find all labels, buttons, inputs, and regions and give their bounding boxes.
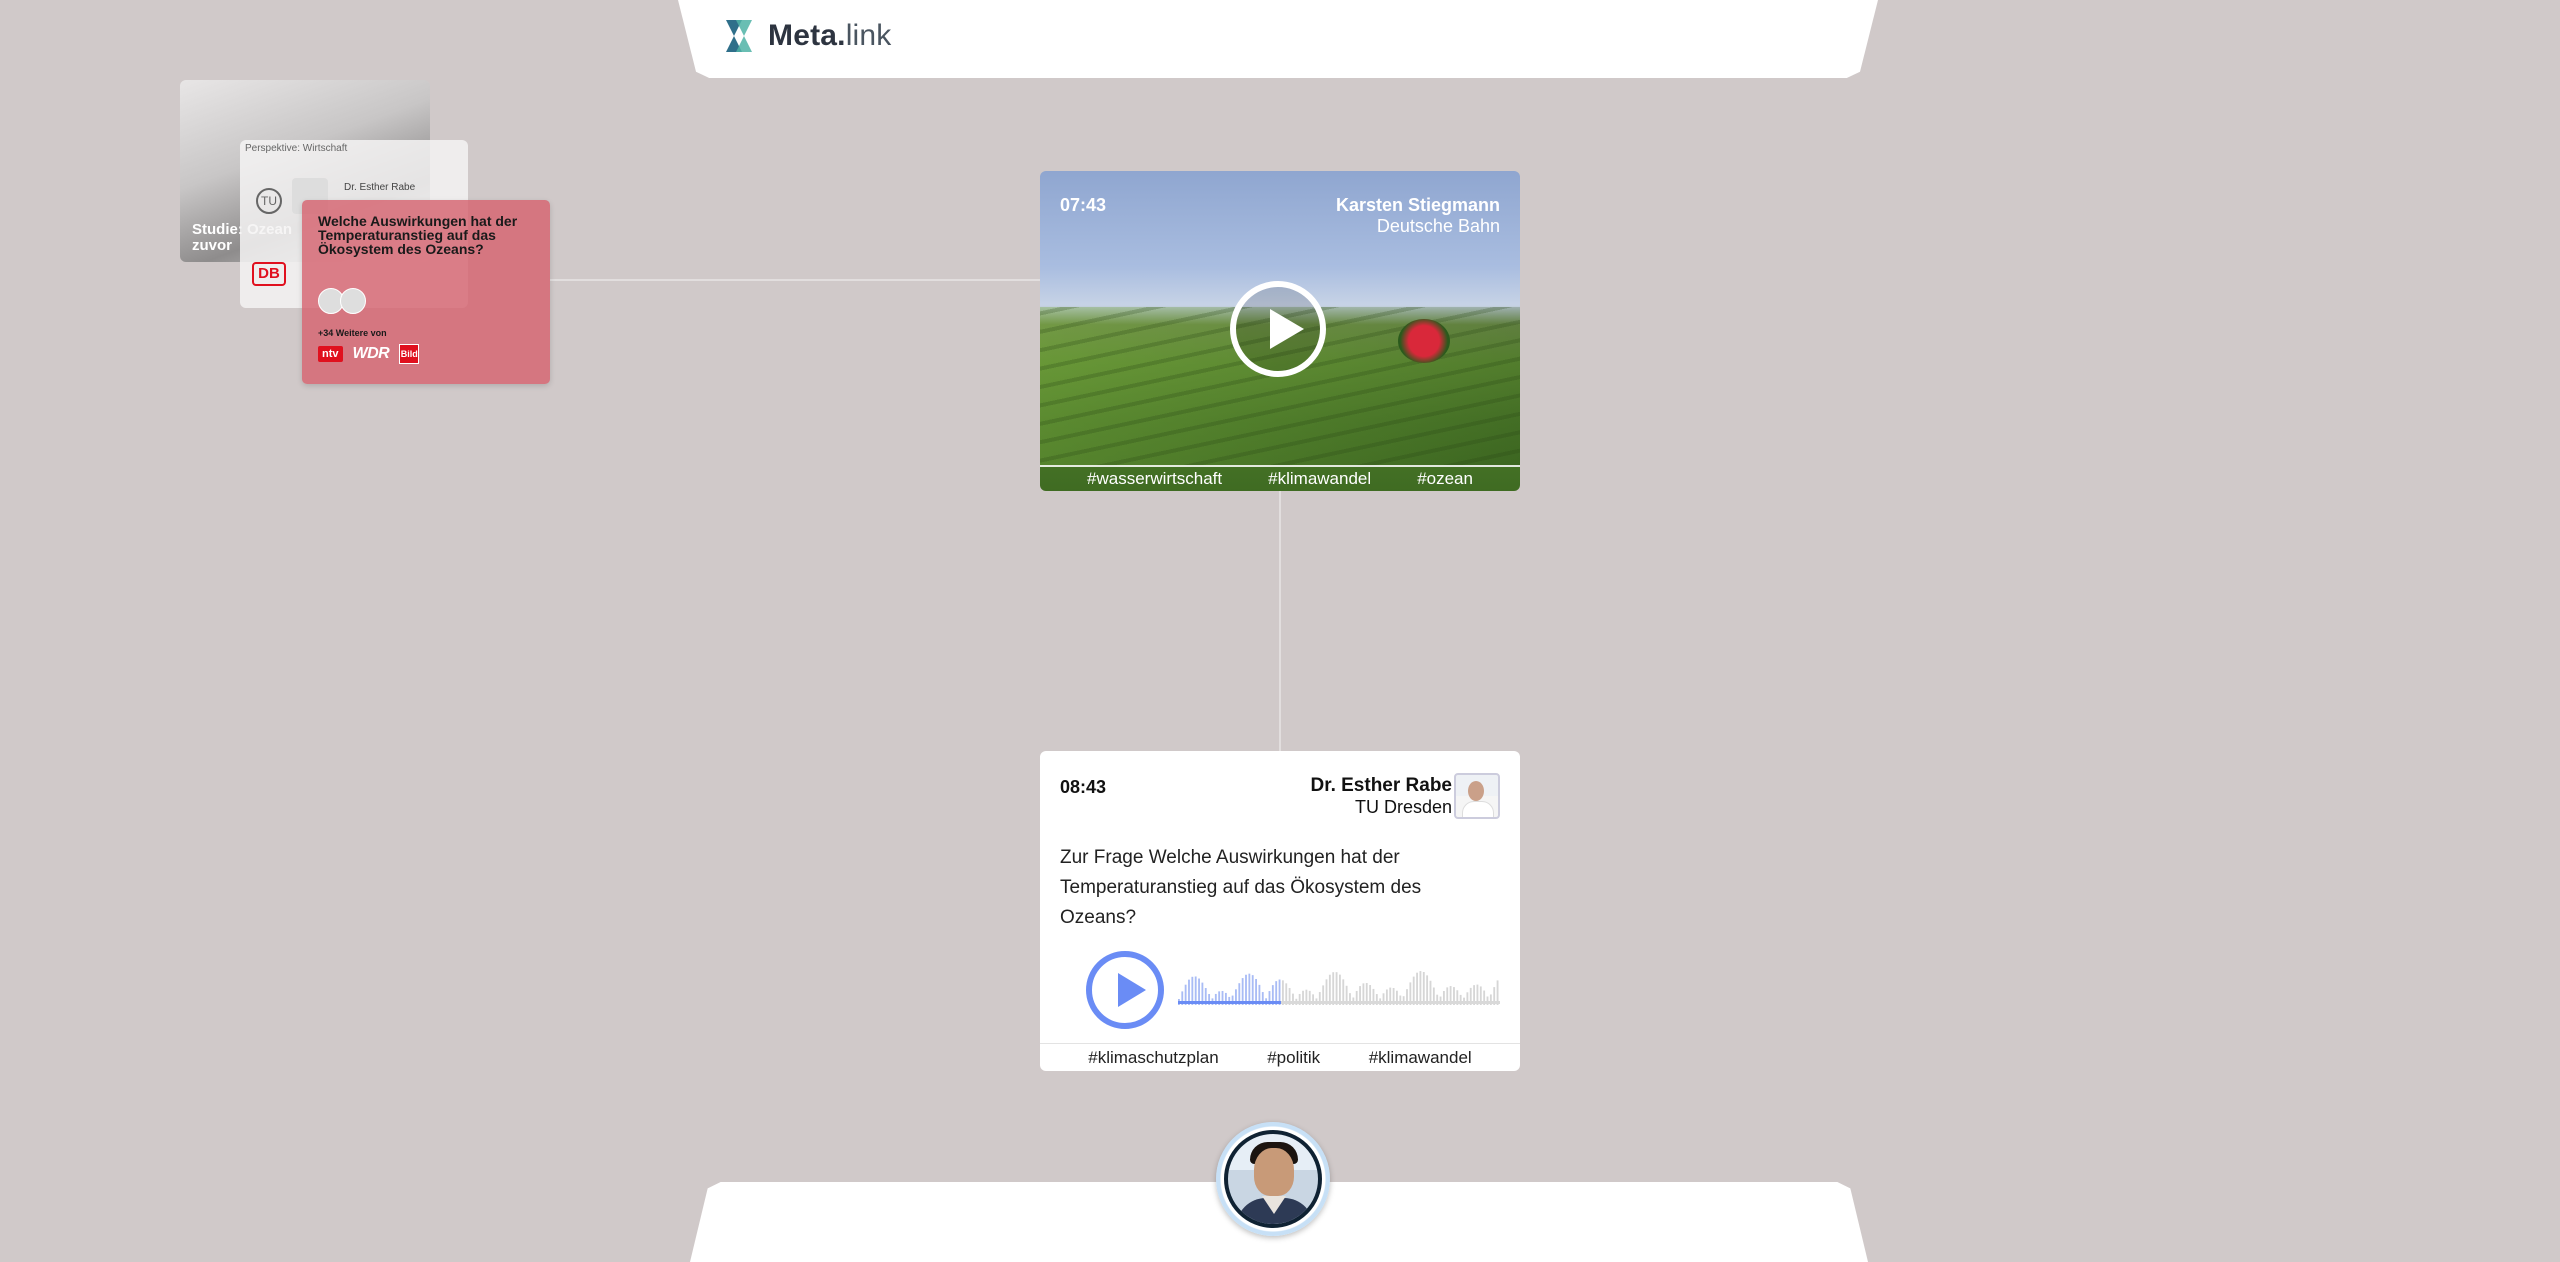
top-header-tab: Meta.link [678,0,1878,78]
tag-link[interactable]: #klimawandel [1268,469,1371,489]
waveform-bar [1419,971,1422,1005]
video-author-org: Deutsche Bahn [1376,216,1500,236]
connector-vertical [1279,491,1281,751]
video-tags: #wasserwirtschaft #klimawandel #ozean [1040,465,1520,491]
wdr-logo: WDR [352,345,390,362]
tag-link[interactable]: #ozean [1417,469,1473,489]
connector-horizontal [550,279,1040,281]
audio-timestamp: 08:43 [1060,777,1107,797]
audio-progress-fill [1178,1001,1282,1004]
tag-link[interactable]: #wasserwirtschaft [1087,469,1222,489]
ntv-logo: ntv [318,346,343,362]
tu-logo-icon: TU [256,188,282,214]
tag-link[interactable]: #politik [1267,1048,1320,1068]
tag-link[interactable]: #klimaschutzplan [1088,1048,1218,1068]
audio-author-name: Dr. Esther Rabe [1310,775,1453,796]
meta-link-logo-icon [726,20,752,52]
source-brands: ntv WDR Bild [318,344,420,364]
author-avatar [1454,773,1500,819]
play-audio-button[interactable] [1086,951,1164,1029]
video-author: Karsten Stiegmann Deutsche Bahn [1336,195,1500,237]
audio-progress-bar[interactable] [1178,1001,1500,1004]
play-video-button[interactable] [1230,281,1326,377]
db-logo-icon: DB [252,262,286,286]
brand-name: Meta.link [768,19,892,52]
person-name: Dr. Esther Rabe [344,182,416,193]
user-avatar-button[interactable] [1216,1122,1330,1236]
video-author-name: Karsten Stiegmann [1335,195,1500,215]
audio-question-text: Zur Frage Welche Auswirkungen hat der Te… [1060,847,1422,928]
perspective-label: Perspektive: Wirtschaft [245,143,348,154]
thumbnail-flowers [1398,319,1450,363]
bild-logo: Bild [399,344,420,364]
tag-link[interactable]: #klimawandel [1369,1048,1472,1068]
audio-card[interactable]: 08:43 Dr. Esther Rabe TU Dresden Zur Fra… [1040,751,1520,1071]
user-avatar [1224,1130,1322,1228]
more-sources-label: +34 Weitere von [318,328,387,338]
question-text: Welche Auswirkungen hat der Temperaturan… [318,213,518,257]
audio-author-org: TU Dresden [1354,797,1452,817]
participant-avatars [318,288,370,314]
brand-logo[interactable]: Meta.link [722,16,892,56]
video-card[interactable]: 07:43 Karsten Stiegmann Deutsche Bahn #w… [1040,171,1520,491]
video-timestamp: 07:43 [1060,195,1107,215]
audio-waveform[interactable] [1178,965,1500,1005]
audio-tags: #klimaschutzplan #politik #klimawandel [1040,1043,1520,1071]
audio-author: Dr. Esther Rabe TU Dresden [1311,775,1453,818]
stack-card-question[interactable]: Welche Auswirkungen hat der Temperaturan… [302,200,550,384]
